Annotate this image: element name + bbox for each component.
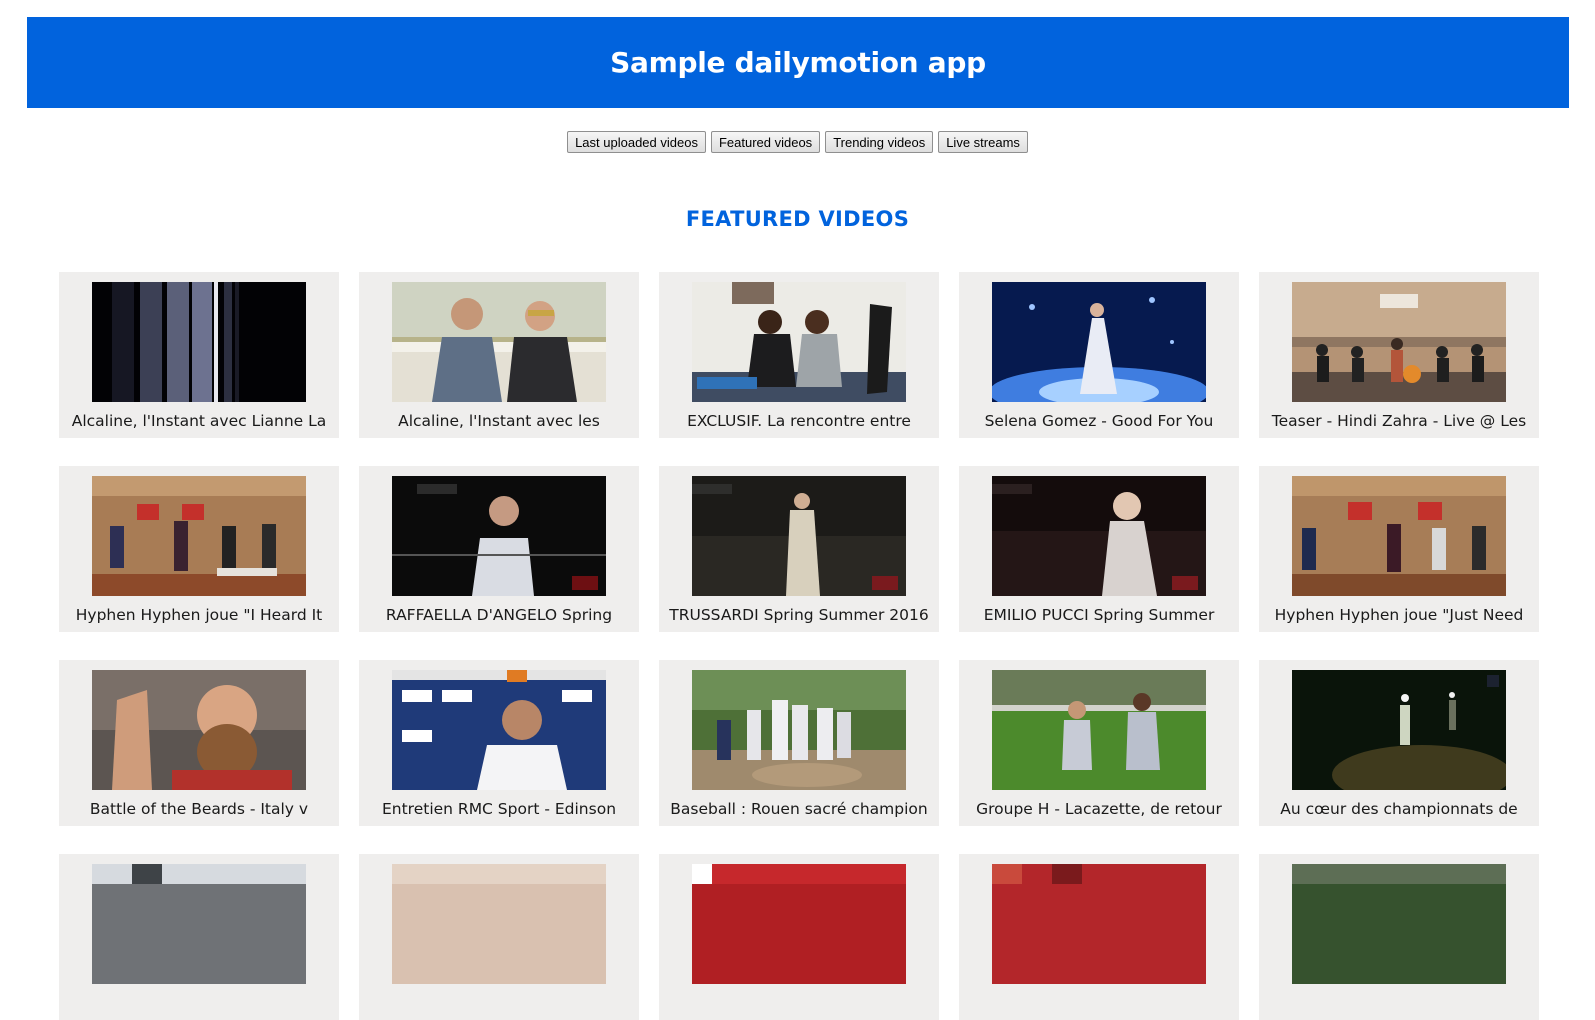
video-thumbnail[interactable] (1292, 476, 1506, 596)
video-thumbnail[interactable] (392, 864, 606, 984)
video-card[interactable]: Alcaline, l'Instant avec Lianne La (59, 272, 339, 438)
video-title[interactable]: Teaser - Hindi Zahra - Live @ Les (1259, 412, 1539, 430)
video-grid: Alcaline, l'Instant avec Lianne La Alcal… (59, 272, 1539, 1020)
video-thumbnail[interactable] (1292, 864, 1506, 984)
video-card[interactable]: EXCLUSIF. La rencontre entre (659, 272, 939, 438)
video-thumbnail[interactable] (992, 864, 1206, 984)
video-card[interactable] (959, 854, 1239, 1020)
featured-videos-button[interactable]: Featured videos (710, 131, 821, 153)
video-card[interactable] (59, 854, 339, 1020)
video-thumbnail[interactable] (992, 670, 1206, 790)
video-card[interactable]: RAFFAELLA D'ANGELO Spring (359, 466, 639, 632)
video-thumbnail[interactable] (992, 476, 1206, 596)
video-card[interactable] (359, 854, 639, 1020)
video-title[interactable]: Selena Gomez - Good For You (959, 412, 1239, 430)
video-card[interactable]: Groupe H - Lacazette, de retour (959, 660, 1239, 826)
video-title[interactable]: Au cœur des championnats de (1259, 800, 1539, 818)
video-thumbnail[interactable] (92, 282, 306, 402)
last-uploaded-videos-button[interactable]: Last uploaded videos (567, 131, 706, 153)
video-thumbnail[interactable] (92, 864, 306, 984)
video-card[interactable]: EMILIO PUCCI Spring Summer (959, 466, 1239, 632)
video-thumbnail[interactable] (692, 476, 906, 596)
video-title[interactable]: TRUSSARDI Spring Summer 2016 (659, 606, 939, 624)
video-title[interactable]: Hyphen Hyphen joue "Just Need (1259, 606, 1539, 624)
video-title[interactable]: Battle of the Beards - Italy v (59, 800, 339, 818)
video-thumbnail[interactable] (992, 282, 1206, 402)
video-card[interactable] (1259, 854, 1539, 1020)
video-thumbnail[interactable] (692, 670, 906, 790)
video-title[interactable]: Entretien RMC Sport - Edinson (359, 800, 639, 818)
video-thumbnail[interactable] (692, 864, 906, 984)
video-card[interactable]: Alcaline, l'Instant avec les (359, 272, 639, 438)
video-card[interactable]: Selena Gomez - Good For You (959, 272, 1239, 438)
video-title[interactable]: Alcaline, l'Instant avec les (359, 412, 639, 430)
video-title[interactable]: RAFFAELLA D'ANGELO Spring (359, 606, 639, 624)
video-thumbnail[interactable] (692, 282, 906, 402)
section-title: FEATURED VIDEOS (685, 207, 910, 231)
video-card[interactable]: TRUSSARDI Spring Summer 2016 (659, 466, 939, 632)
video-thumbnail[interactable] (392, 476, 606, 596)
video-card[interactable]: Baseball : Rouen sacré champion (659, 660, 939, 826)
video-title[interactable]: EMILIO PUCCI Spring Summer (959, 606, 1239, 624)
video-card[interactable]: Au cœur des championnats de (1259, 660, 1539, 826)
video-card[interactable]: Hyphen Hyphen joue "Just Need (1259, 466, 1539, 632)
video-thumbnail[interactable] (92, 476, 306, 596)
video-title[interactable]: Alcaline, l'Instant avec Lianne La (59, 412, 339, 430)
live-streams-button[interactable]: Live streams (938, 131, 1028, 153)
video-title[interactable]: EXCLUSIF. La rencontre entre (659, 412, 939, 430)
video-card[interactable]: Entretien RMC Sport - Edinson (359, 660, 639, 826)
video-nav: Last uploaded videos Featured videos Tre… (0, 131, 1595, 153)
video-card[interactable]: Teaser - Hindi Zahra - Live @ Les (1259, 272, 1539, 438)
video-card[interactable]: Hyphen Hyphen joue "I Heard It (59, 466, 339, 632)
app-title: Sample dailymotion app (610, 46, 986, 79)
video-card[interactable] (659, 854, 939, 1020)
video-thumbnail[interactable] (392, 282, 606, 402)
video-card[interactable]: Battle of the Beards - Italy v (59, 660, 339, 826)
trending-videos-button[interactable]: Trending videos (825, 131, 934, 153)
video-thumbnail[interactable] (1292, 282, 1506, 402)
app-header: Sample dailymotion app (27, 17, 1569, 108)
video-title[interactable]: Hyphen Hyphen joue "I Heard It (59, 606, 339, 624)
video-thumbnail[interactable] (1292, 670, 1506, 790)
video-title[interactable]: Groupe H - Lacazette, de retour (959, 800, 1239, 818)
video-thumbnail[interactable] (392, 670, 606, 790)
video-thumbnail[interactable] (92, 670, 306, 790)
video-title[interactable]: Baseball : Rouen sacré champion (659, 800, 939, 818)
